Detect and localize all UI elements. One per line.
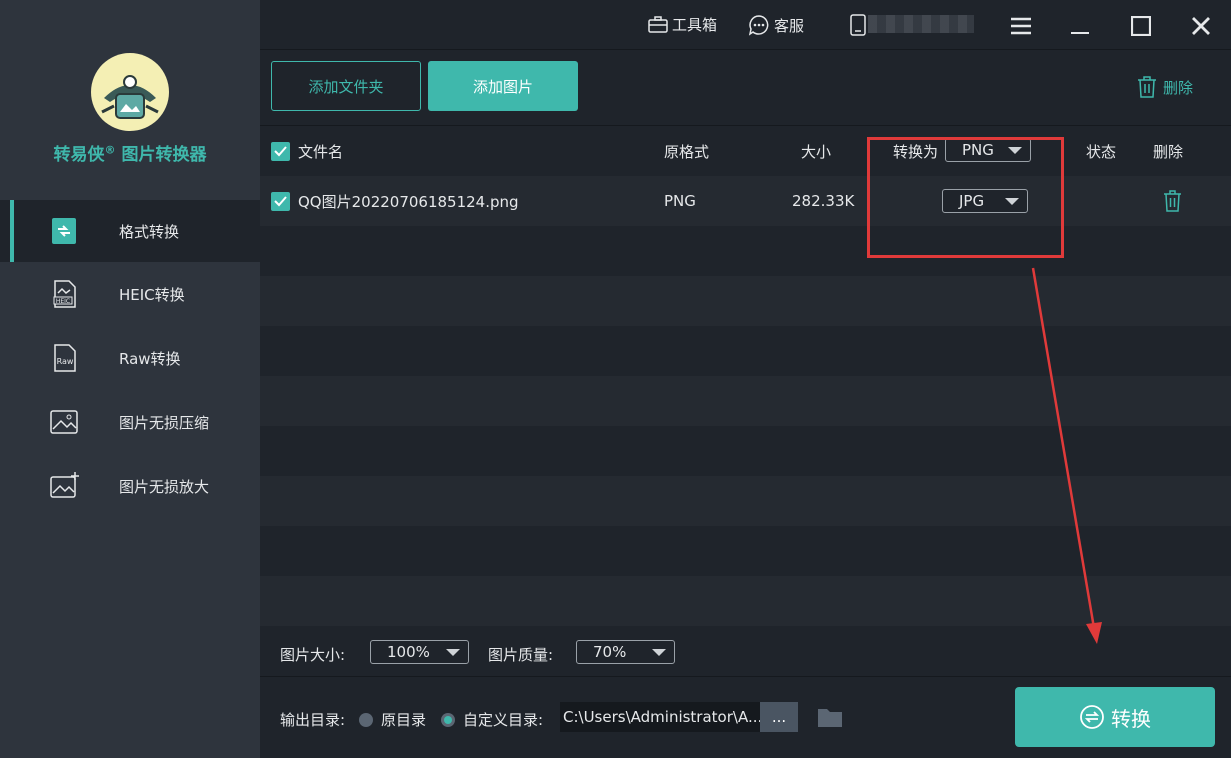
sidebar: 转易侠® 图片转换器 格式转换 HEIC HEIC转换 Raw Raw转换 图片…: [0, 0, 260, 758]
sidebar-item-compress[interactable]: 图片无损压缩: [0, 391, 260, 453]
toolbar: 添加文件夹 添加图片 删除: [260, 50, 1231, 126]
sidebar-item-format-convert[interactable]: 格式转换: [0, 200, 260, 262]
output-dir-label: 输出目录:: [280, 711, 346, 729]
row-orig-format: PNG: [664, 192, 696, 210]
brand-title: 转易侠® 图片转换器: [0, 140, 260, 165]
app-logo-icon: [91, 53, 169, 131]
image-quality-label: 图片质量:: [488, 646, 554, 664]
empty-row: [260, 226, 1231, 276]
delete-all-label: 删除: [1163, 78, 1194, 97]
empty-row: [260, 526, 1231, 576]
convert-label: 转换: [1111, 706, 1151, 731]
sidebar-item-label: Raw转换: [119, 349, 181, 368]
image-quality-value: 70%: [593, 643, 627, 661]
row-size: 282.33K: [792, 192, 855, 210]
brand-name: 转易侠: [53, 145, 105, 165]
chevron-down-icon: [652, 649, 666, 656]
header-orig-format: 原格式: [664, 142, 710, 161]
minimize-icon[interactable]: [1066, 12, 1094, 40]
svg-text:HEIC: HEIC: [56, 298, 70, 305]
header-delete: 删除: [1153, 142, 1184, 161]
title-bar: 工具箱 客服: [260, 0, 1231, 50]
empty-row: [260, 476, 1231, 526]
delete-all-button[interactable]: 删除: [1137, 76, 1193, 98]
sidebar-item-label: 格式转换: [119, 222, 180, 241]
radio-original-label: 原目录: [381, 711, 427, 729]
table-header: 文件名 原格式 大小 转换为 PNG 状态 删除: [260, 126, 1231, 176]
image-enlarge-icon: [48, 470, 80, 502]
browse-button[interactable]: ...: [760, 702, 798, 732]
image-size-label: 图片大小:: [280, 646, 346, 664]
image-compress-icon: [48, 406, 80, 438]
close-icon[interactable]: [1187, 12, 1215, 40]
header-filename: 文件名: [298, 142, 344, 161]
toolbox-icon: [648, 15, 668, 33]
annotation-highlight-box: [867, 137, 1064, 258]
app-window: 转易侠® 图片转换器 格式转换 HEIC HEIC转换 Raw Raw转换 图片…: [0, 0, 1231, 758]
sidebar-item-heic[interactable]: HEIC HEIC转换: [0, 263, 260, 325]
heic-file-icon: HEIC: [48, 278, 80, 310]
device-icon[interactable]: [850, 14, 870, 36]
header-size: 大小: [801, 142, 832, 161]
sidebar-item-enlarge[interactable]: 图片无损放大: [0, 455, 260, 517]
image-options-bar: 图片大小: 100% 图片质量: 70%: [260, 626, 1231, 676]
convert-button[interactable]: 转换: [1015, 687, 1215, 747]
customer-service-button[interactable]: 客服: [748, 14, 804, 36]
row-checkbox[interactable]: [271, 176, 290, 226]
trash-icon: [1164, 190, 1181, 212]
raw-file-icon: Raw: [48, 342, 80, 374]
trash-icon: [1138, 76, 1156, 98]
chevron-down-icon: [446, 649, 460, 656]
sidebar-item-raw[interactable]: Raw Raw转换: [0, 327, 260, 389]
radio-button-selected: [441, 712, 455, 727]
radio-custom-dir[interactable]: 自定义目录:: [441, 709, 543, 730]
service-label: 客服: [774, 16, 805, 35]
brand-reg: ®: [104, 143, 116, 157]
image-quality-select[interactable]: 70%: [576, 640, 675, 664]
row-filename: QQ图片20220706185124.png: [298, 192, 519, 211]
empty-row: [260, 376, 1231, 426]
format-convert-icon: [48, 215, 80, 247]
radio-original-dir[interactable]: 原目录: [359, 709, 426, 730]
empty-row: [260, 326, 1231, 376]
empty-row: [260, 276, 1231, 326]
add-image-button[interactable]: 添加图片: [428, 61, 578, 111]
add-folder-button[interactable]: 添加文件夹: [271, 61, 421, 111]
output-bar: 输出目录: 原目录 自定义目录: C:\Users\Administrator\…: [260, 676, 1231, 758]
file-table: 文件名 原格式 大小 转换为 PNG 状态 删除 QQ图片20220706185…: [260, 126, 1231, 626]
image-size-value: 100%: [387, 643, 430, 661]
radio-button: [359, 712, 373, 727]
svg-text:Raw: Raw: [57, 357, 74, 366]
toolbox-button[interactable]: 工具箱: [648, 14, 717, 35]
empty-row: [260, 426, 1231, 476]
toolbox-label: 工具箱: [672, 16, 718, 34]
radio-custom-label: 自定义目录:: [463, 711, 544, 729]
empty-row: [260, 576, 1231, 626]
header-status: 状态: [1086, 142, 1117, 161]
folder-icon[interactable]: [817, 706, 843, 732]
output-path-field[interactable]: C:\Users\Administrator\A...: [560, 702, 760, 732]
select-all-checkbox[interactable]: [271, 126, 290, 176]
chat-bubble-icon: [748, 15, 769, 36]
sidebar-item-label: 图片无损放大: [119, 477, 210, 496]
row-delete-button[interactable]: [1163, 176, 1182, 226]
convert-swap-icon: [1080, 705, 1104, 729]
sidebar-item-label: HEIC转换: [119, 285, 185, 304]
maximize-icon[interactable]: [1127, 12, 1155, 40]
sidebar-item-label: 图片无损压缩: [119, 413, 210, 432]
table-row[interactable]: QQ图片20220706185124.png PNG 282.33K JPG: [260, 176, 1231, 226]
image-size-select[interactable]: 100%: [370, 640, 469, 664]
menu-icon[interactable]: [1007, 12, 1035, 40]
brand-suffix: 图片转换器: [115, 145, 207, 165]
account-name-blurred: [868, 15, 974, 33]
